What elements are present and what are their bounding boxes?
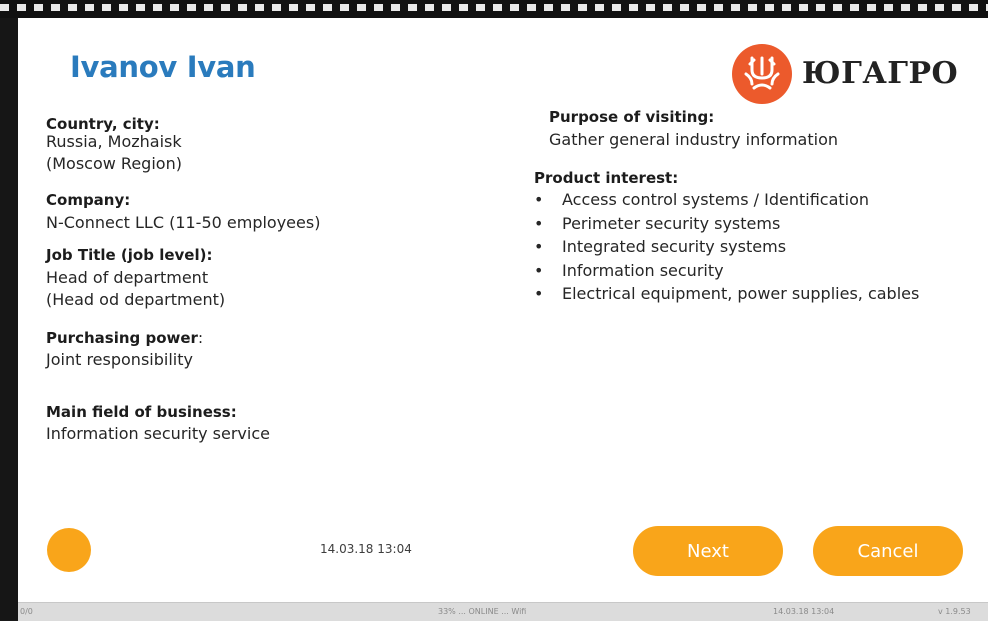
status-indicator[interactable] xyxy=(47,528,91,572)
interest-item: Information security xyxy=(534,259,919,283)
product-interest-label: Product interest: xyxy=(534,169,679,187)
purpose-value: Gather general industry information xyxy=(549,130,838,149)
logo-wordmark: ЮГАГРО xyxy=(802,56,959,91)
job-title-line1: Head of department xyxy=(46,268,209,287)
purchasing-power-colon: : xyxy=(197,329,204,347)
next-button[interactable]: Next xyxy=(633,526,783,576)
purchasing-power-value: Joint responsibility xyxy=(46,350,193,369)
purpose-label: Purpose of visiting: xyxy=(549,108,715,126)
job-title-label: Job Title (job level): xyxy=(46,246,213,264)
country-value-line1: Russia, Mozhaisk xyxy=(46,132,182,151)
interest-item: Access control systems / Identification xyxy=(534,188,919,212)
interest-item: Electrical equipment, power supplies, ca… xyxy=(534,282,919,306)
purchasing-power-label-text: Purchasing power xyxy=(46,329,198,347)
company-label: Company: xyxy=(46,191,131,209)
purchasing-power-label: Purchasing power: xyxy=(46,329,203,347)
left-frame-edge xyxy=(0,18,18,620)
visitor-card-screen: Ivanov Ivan ЮГАГРО Country, city: Russia… xyxy=(18,18,988,602)
country-value-line2: (Moscow Region) xyxy=(46,154,182,173)
main-business-value: Information security service xyxy=(46,424,270,443)
interest-item: Perimeter security systems xyxy=(534,212,919,236)
yugagro-logo: ЮГАГРО xyxy=(732,44,972,106)
company-value: N-Connect LLC (11-50 employees) xyxy=(46,213,321,232)
device-status-bar: 0/0 33% ... ONLINE ... Wifi 14.03.18 13:… xyxy=(18,602,988,621)
logo-emblem-icon xyxy=(732,44,792,104)
cancel-button[interactable]: Cancel xyxy=(813,526,963,576)
main-business-label: Main field of business: xyxy=(46,403,237,421)
interest-item: Integrated security systems xyxy=(534,235,919,259)
footer-time: 14.03.18 13:04 xyxy=(773,607,835,616)
footer-version: v 1.9.53 xyxy=(938,607,971,616)
product-interest-list: Access control systems / Identification … xyxy=(534,188,919,306)
job-title-line2: (Head od department) xyxy=(46,290,226,309)
footer-page-counter: 0/0 xyxy=(20,607,33,616)
timestamp: 14.03.18 13:04 xyxy=(320,542,412,556)
visitor-name-title: Ivanov Ivan xyxy=(70,50,256,84)
top-perforated-strip xyxy=(0,0,988,18)
footer-network-status: 33% ... ONLINE ... Wifi xyxy=(438,607,527,616)
